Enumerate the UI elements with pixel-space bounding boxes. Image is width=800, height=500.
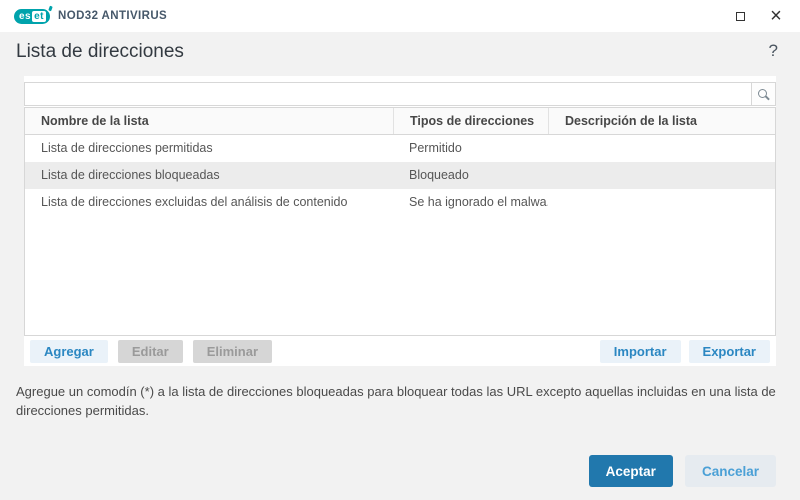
column-header-type[interactable]: Tipos de direcciones <box>393 108 548 134</box>
cell-description <box>548 162 775 189</box>
search-input[interactable] <box>25 83 751 105</box>
table-row[interactable]: Lista de direcciones excluidas del análi… <box>25 189 775 216</box>
table-row[interactable]: Lista de direcciones permitidas Permitid… <box>25 135 775 162</box>
cell-name: Lista de direcciones bloqueadas <box>41 168 220 182</box>
eset-logo-text-2: et <box>32 10 47 22</box>
table-row[interactable]: Lista de direcciones bloqueadas Bloquead… <box>25 162 775 189</box>
product-name: NOD32 ANTIVIRUS <box>58 10 168 22</box>
wildcard-note: Agregue un comodín (*) a la lista de dir… <box>16 384 776 418</box>
cancel-button[interactable]: Cancelar <box>684 455 776 487</box>
column-header-name[interactable]: Nombre de la lista <box>25 108 393 134</box>
close-icon: × <box>770 5 782 27</box>
content-panel: Nombre de la lista Tipos de direcciones … <box>24 76 776 366</box>
table-header-row: Nombre de la lista Tipos de direcciones … <box>25 108 775 135</box>
delete-button[interactable]: Eliminar <box>192 340 272 363</box>
column-header-description[interactable]: Descripción de la lista <box>548 108 775 134</box>
page-title: Lista de direcciones <box>16 41 184 62</box>
page-header: Lista de direcciones ? <box>0 32 800 76</box>
export-button[interactable]: Exportar <box>688 340 770 363</box>
search-button[interactable] <box>751 83 775 105</box>
cell-type: Permitido <box>409 141 462 155</box>
dialog-footer: Aceptar Cancelar <box>588 455 776 487</box>
window-controls: × <box>726 0 790 32</box>
accept-button[interactable]: Aceptar <box>588 455 673 487</box>
action-button-row: Agregar Editar Eliminar Importar Exporta… <box>24 336 776 366</box>
brand: es et NOD32 ANTIVIRUS <box>14 0 167 32</box>
close-button[interactable]: × <box>762 0 790 32</box>
right-actions: Importar Exportar <box>599 340 770 363</box>
help-icon[interactable]: ? <box>769 41 778 61</box>
search-icon <box>758 88 767 98</box>
add-button[interactable]: Agregar <box>30 340 108 363</box>
cell-name: Lista de direcciones excluidas del análi… <box>41 195 348 209</box>
maximize-button[interactable] <box>726 0 754 32</box>
edit-button[interactable]: Editar <box>117 340 183 363</box>
titlebar: es et NOD32 ANTIVIRUS × <box>0 0 800 32</box>
eset-address-list-dialog: es et NOD32 ANTIVIRUS × Lista de direccio… <box>0 0 800 500</box>
cell-name: Lista de direcciones permitidas <box>41 141 213 155</box>
search-box <box>24 82 776 106</box>
cell-description <box>548 135 775 162</box>
cell-type: Se ha ignorado el malwa... <box>409 195 548 209</box>
eset-logo: es et <box>14 8 51 24</box>
cell-type: Bloqueado <box>409 168 469 182</box>
import-button[interactable]: Importar <box>599 340 681 363</box>
left-actions: Agregar Editar Eliminar <box>30 340 272 363</box>
maximize-icon <box>735 11 745 21</box>
address-list-table: Nombre de la lista Tipos de direcciones … <box>24 107 776 336</box>
cell-description <box>548 189 775 216</box>
eset-logo-text-1: es <box>19 10 32 22</box>
